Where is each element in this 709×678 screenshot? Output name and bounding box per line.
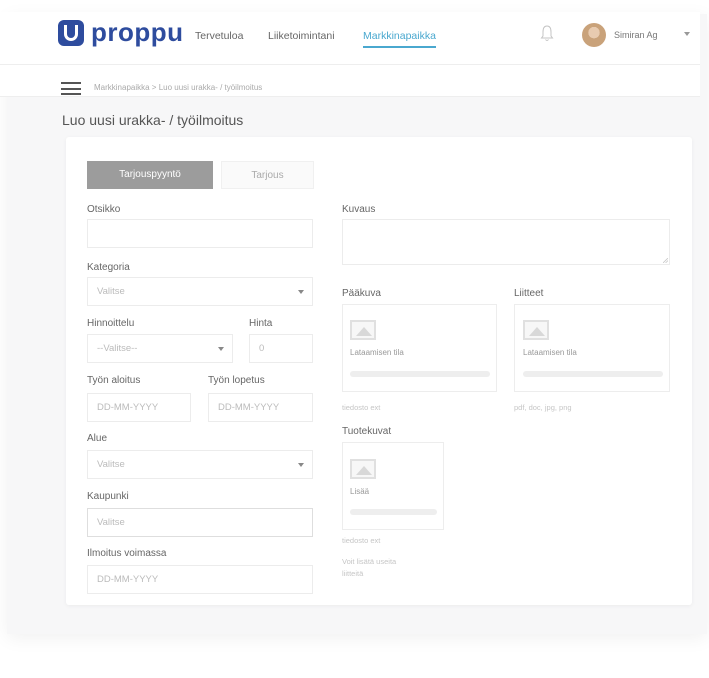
lopetus-label: Työn lopetus xyxy=(208,375,265,386)
page-title: Luo uusi urakka- / työilmoitus xyxy=(62,112,244,128)
kategoria-label: Kategoria xyxy=(87,262,130,273)
tuotekuvat-note-line-1: Voit lisätä useita xyxy=(342,557,397,566)
paakuva-status: Lataamisen tila xyxy=(350,348,404,357)
voimassa-label: Ilmoitus voimassa xyxy=(87,548,167,559)
logo-text[interactable]: proppu xyxy=(91,17,184,48)
user-name[interactable]: Simiran Ag xyxy=(614,30,658,40)
hinta-label: Hinta xyxy=(249,318,273,329)
otsikko-label: Otsikko xyxy=(87,204,121,215)
proppu-logo-icon[interactable] xyxy=(58,20,84,46)
alue-value: Valitse xyxy=(97,459,125,470)
paakuva-progress-bar xyxy=(350,371,490,377)
hinnoittelu-label: Hinnoittelu xyxy=(87,318,135,329)
lopetus-date-input[interactable]: DD-MM-YYYY xyxy=(208,393,313,422)
menu-icon[interactable] xyxy=(61,82,81,95)
liitteet-label: Liitteet xyxy=(514,288,544,299)
paakuva-hint: tiedosto ext xyxy=(342,403,381,412)
tuotekuvat-add[interactable]: Lisää xyxy=(350,487,369,496)
aloitus-placeholder: DD-MM-YYYY xyxy=(97,402,159,413)
kaupunki-label: Kaupunki xyxy=(87,491,129,502)
kategoria-select[interactable]: Valitse xyxy=(87,277,313,306)
otsikko-input[interactable] xyxy=(87,219,313,248)
hinta-value: 0 xyxy=(259,343,265,354)
tuotekuvat-hint: tiedosto ext xyxy=(342,536,381,545)
kaupunki-placeholder: Valitse xyxy=(97,517,125,528)
image-placeholder-icon xyxy=(350,320,376,340)
tuotekuvat-upload[interactable] xyxy=(342,442,444,530)
breadcrumb-bar xyxy=(0,64,700,97)
kuvaus-label: Kuvaus xyxy=(342,204,376,215)
aloitus-label: Työn aloitus xyxy=(87,375,141,386)
tab-tarjous[interactable]: Tarjous xyxy=(221,161,314,189)
nav-liiketoimintani[interactable]: Liiketoimintani xyxy=(268,30,335,42)
chevron-down-icon[interactable] xyxy=(218,347,224,351)
alue-label: Alue xyxy=(87,433,108,444)
liitteet-progress-bar xyxy=(523,371,663,377)
chevron-down-icon[interactable] xyxy=(298,290,304,294)
tuotekuvat-progress-bar xyxy=(350,509,437,515)
hinta-input[interactable]: 0 xyxy=(249,334,313,363)
kuvaus-textarea[interactable] xyxy=(342,219,670,265)
voimassa-placeholder: DD-MM-YYYY xyxy=(97,574,159,585)
hinnoittelu-value: --Valitse-- xyxy=(97,343,138,354)
alue-select[interactable]: Valitse xyxy=(87,450,313,479)
liitteet-status: Lataamisen tila xyxy=(523,348,577,357)
avatar[interactable] xyxy=(582,23,606,47)
liitteet-hint: pdf, doc, jpg, png xyxy=(514,403,572,412)
breadcrumb: Markkinapaikka > Luo uusi urakka- / työi… xyxy=(94,83,263,92)
bell-icon[interactable] xyxy=(540,25,554,42)
tab-tarjouspyynto[interactable]: Tarjouspyyntö xyxy=(87,161,213,189)
aloitus-date-input[interactable]: DD-MM-YYYY xyxy=(87,393,191,422)
hinnoittelu-select[interactable]: --Valitse-- xyxy=(87,334,233,363)
lopetus-placeholder: DD-MM-YYYY xyxy=(218,402,280,413)
nav-tervetuloa[interactable]: Tervetuloa xyxy=(195,30,243,42)
paakuva-label: Pääkuva xyxy=(342,288,381,299)
resize-handle-icon[interactable] xyxy=(663,258,668,263)
image-placeholder-icon xyxy=(523,320,549,340)
nav-markkinapaikka[interactable]: Markkinapaikka xyxy=(363,30,436,48)
chevron-down-icon[interactable] xyxy=(684,32,690,36)
tuotekuvat-note-line-2: liitteitä xyxy=(342,569,364,578)
kategoria-value: Valitse xyxy=(97,286,125,297)
image-placeholder-icon xyxy=(350,459,376,479)
kaupunki-input[interactable]: Valitse xyxy=(87,508,313,537)
voimassa-date-input[interactable]: DD-MM-YYYY xyxy=(87,565,313,594)
chevron-down-icon[interactable] xyxy=(298,463,304,467)
tuotekuvat-label: Tuotekuvat xyxy=(342,426,392,437)
